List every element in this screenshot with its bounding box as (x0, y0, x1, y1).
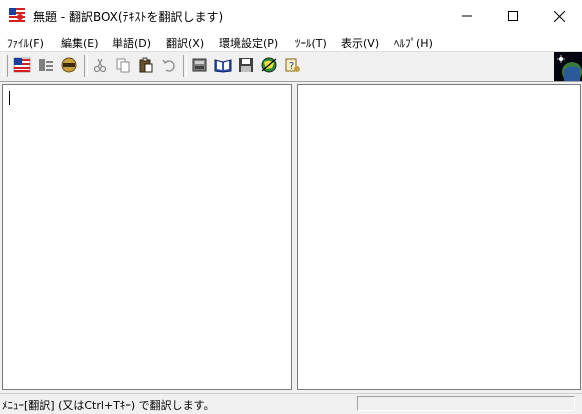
text-caret (9, 91, 10, 105)
translation-pane[interactable] (297, 84, 581, 390)
book-icon[interactable] (213, 55, 233, 75)
paste-icon[interactable] (136, 55, 156, 75)
toolbar-grip[interactable] (3, 55, 8, 77)
english-flag-icon[interactable] (12, 55, 32, 75)
translate-settings-icon[interactable] (36, 55, 56, 75)
close-icon (553, 10, 565, 22)
app-window: 無題 - 翻訳BOX(ﾃｷｽﾄを翻訳します) ﾌｧｲﾙ(F) 編集(E) 単語(… (0, 0, 582, 414)
globe-icon[interactable] (259, 55, 279, 75)
menu-help[interactable]: ﾍﾙﾌﾟ(H) (394, 35, 433, 51)
status-panel (357, 396, 575, 411)
menu-word[interactable]: 単語(D) (112, 35, 151, 51)
maximize-button[interactable] (490, 0, 536, 32)
dictionary-icon[interactable] (190, 55, 210, 75)
menu-preferences[interactable]: 環境設定(P) (219, 35, 278, 51)
cut-icon[interactable] (90, 55, 110, 75)
menu-edit[interactable]: 編集(E) (61, 35, 99, 51)
menu-translate[interactable]: 翻訳(X) (166, 35, 204, 51)
svg-text:?: ? (289, 61, 294, 72)
app-logo (554, 52, 582, 82)
minimize-button[interactable] (444, 0, 490, 32)
toolbar-separator (84, 55, 88, 77)
menu-bar: ﾌｧｲﾙ(F) 編集(E) 単語(D) 翻訳(X) 環境設定(P) ﾂｰﾙ(T)… (0, 32, 582, 52)
copy-icon[interactable] (113, 55, 133, 75)
close-button[interactable] (536, 0, 582, 32)
undo-icon[interactable] (159, 55, 179, 75)
auto-translate-icon[interactable] (59, 55, 79, 75)
toolbar: ? (0, 52, 582, 82)
status-message: ﾒﾆｭｰ[翻訳] (又はCtrl+Tｷｰ) で翻訳します。 (2, 399, 215, 412)
source-text-pane[interactable] (2, 84, 292, 390)
toolbar-separator (183, 55, 187, 77)
menu-file[interactable]: ﾌｧｲﾙ(F) (7, 35, 44, 51)
save-icon[interactable] (236, 55, 256, 75)
help-icon[interactable]: ? (282, 55, 302, 75)
title-bar[interactable]: 無題 - 翻訳BOX(ﾃｷｽﾄを翻訳します) (0, 0, 582, 32)
menu-tools[interactable]: ﾂｰﾙ(T) (295, 35, 327, 51)
app-flag-icon (9, 8, 25, 22)
minimize-icon (462, 15, 472, 17)
maximize-icon (508, 11, 518, 21)
menu-view[interactable]: 表示(V) (341, 35, 379, 51)
status-bar: ﾒﾆｭｰ[翻訳] (又はCtrl+Tｷｰ) で翻訳します。 (0, 393, 582, 414)
window-title: 無題 - 翻訳BOX(ﾃｷｽﾄを翻訳します) (33, 10, 224, 24)
